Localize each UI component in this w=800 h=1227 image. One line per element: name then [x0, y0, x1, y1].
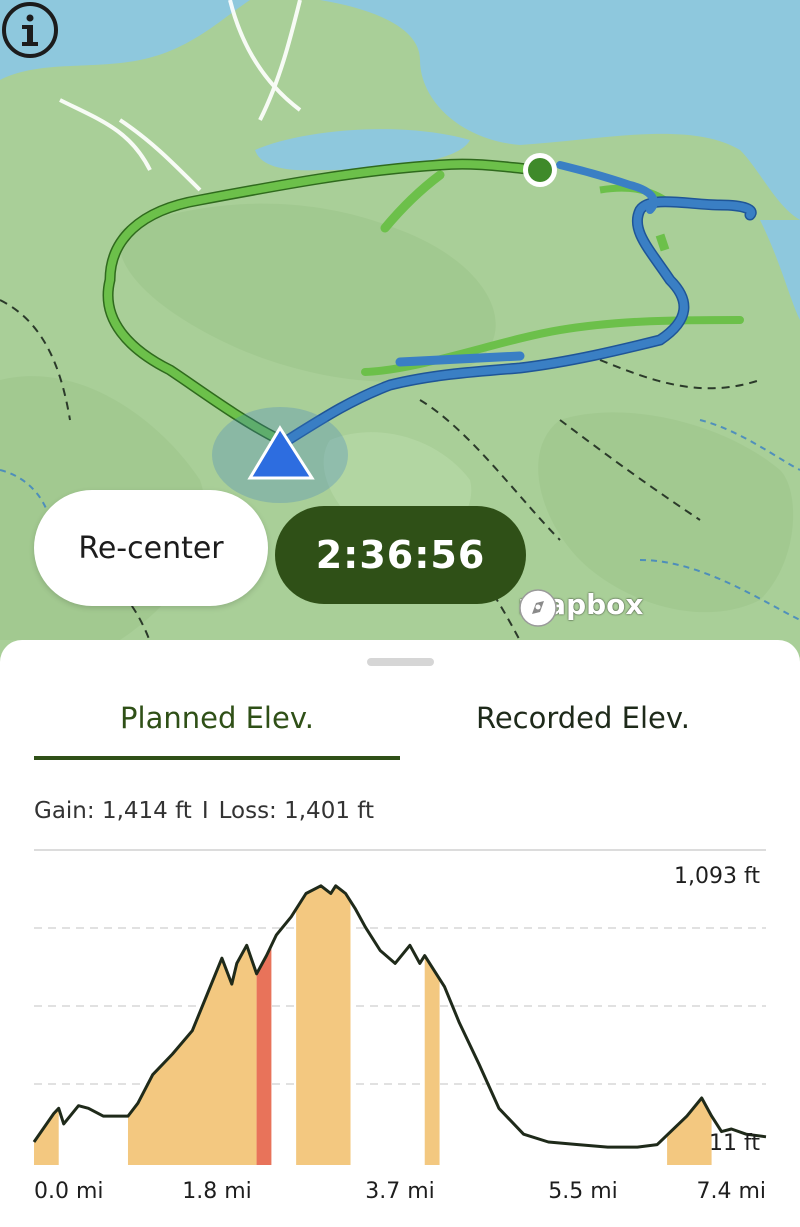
x-tick-label: 3.7 mi	[365, 1179, 435, 1204]
y-max-label: 1,093 ft	[674, 864, 760, 889]
recenter-label: Re-center	[78, 530, 224, 566]
y-min-label: 11 ft	[709, 1131, 760, 1156]
info-icon[interactable]	[0, 0, 60, 60]
grade-band	[667, 1098, 712, 1165]
recenter-button[interactable]: Re-center	[34, 490, 268, 606]
x-tick-label: 0.0 mi	[34, 1179, 104, 1204]
grade-band	[256, 945, 272, 1165]
mapbox-attribution[interactable]: mapbox	[518, 588, 643, 627]
x-tick-label: 1.8 mi	[182, 1179, 252, 1204]
trail-map[interactable]: Re-center 2:36:56 mapbox	[0, 0, 800, 680]
timer-value: 2:36:56	[315, 533, 486, 577]
mapbox-logo-icon	[519, 589, 557, 627]
x-tick-label: 5.5 mi	[548, 1179, 618, 1204]
grade-band	[424, 955, 440, 1165]
elevation-sheet: Planned Elev. Recorded Elev. Gain: 1,414…	[0, 640, 800, 1227]
grade-band	[296, 886, 351, 1165]
elapsed-timer: 2:36:56	[275, 506, 526, 604]
elevation-chart[interactable]: 1,093 ft 11 ft 0.0 mi 1.8 mi 3.7 mi 5.5 mi 7…	[0, 640, 800, 1227]
grade-band	[127, 949, 257, 1165]
x-tick-label: 7.4 mi	[696, 1179, 766, 1204]
